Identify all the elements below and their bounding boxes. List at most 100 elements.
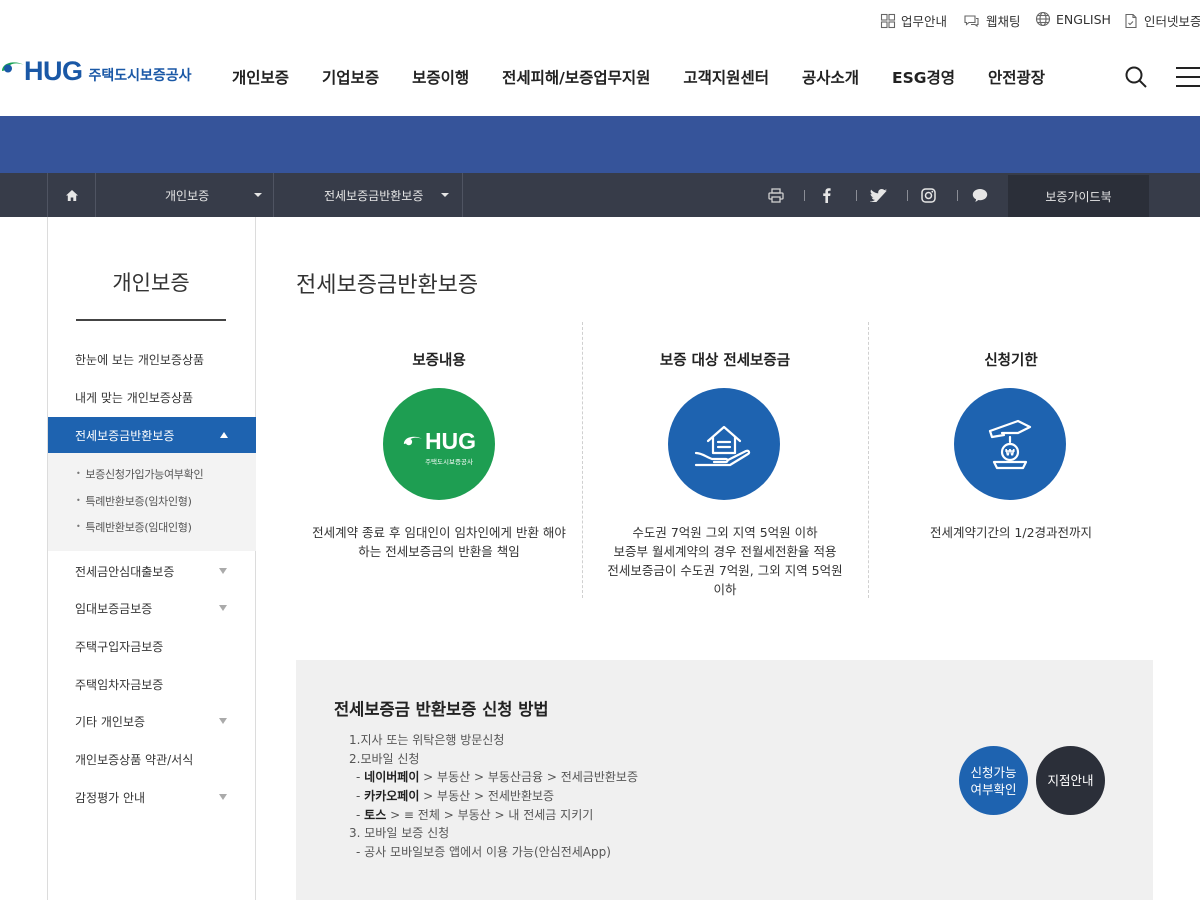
document-icon	[1125, 13, 1137, 28]
column-heading: 보증내용	[412, 353, 466, 369]
divider	[907, 190, 908, 201]
location-level2-label: 전세보증금반환보증	[324, 188, 424, 203]
sidebar-item-other[interactable]: 기타 개인보증	[75, 713, 145, 730]
apply-line: 3. 모바일 보증 신청	[349, 826, 450, 840]
search-icon[interactable]	[1124, 65, 1148, 89]
caret-down-icon	[219, 568, 227, 574]
logo-company-name: 주택도시보증공사	[88, 67, 192, 84]
home-button[interactable]	[47, 173, 96, 217]
location-dropdown-level1[interactable]: 개인보증	[96, 173, 274, 217]
info-column-content: 보증내용 HUG 주택도시보증공사 전세계약 종료 후 임대인이 임차인에게 반…	[296, 322, 582, 598]
twitter-icon[interactable]	[870, 189, 887, 202]
apply-method-title: 전세보증금 반환보증 신청 방법	[334, 700, 549, 719]
column-heading: 보증 대상 전세보증금	[659, 353, 791, 369]
sidebar-item-recommend[interactable]: 내게 맞는 개인보증상품	[75, 389, 193, 406]
print-icon[interactable]	[768, 188, 784, 203]
submenu-item-special-landlord[interactable]: 특례반환보증(임대인형)	[76, 519, 191, 535]
menu-icon[interactable]	[1175, 65, 1200, 89]
apply-path: > ≡ 전체 > 부동산 > 내 전세금 지키기	[386, 808, 594, 822]
sidebar-title: 개인보증	[112, 271, 190, 295]
info-column-target: 보증 대상 전세보증금 수도권 7억원 그외 지역 5억원 이하 보증부 월세계…	[582, 322, 868, 598]
util-internet-guarantee[interactable]: 인터넷보증	[1123, 11, 1200, 30]
location-level1-label: 개인보증	[165, 188, 210, 203]
branch-info-button[interactable]: 지점안내	[1036, 746, 1105, 815]
sidebar-item-jeonse-return[interactable]: 전세보증금반환보증	[48, 417, 256, 453]
utility-bar: 업무안내 웹채팅 ENGLISH 인터넷보증	[0, 0, 1200, 38]
apply-kakaopay: 카카오페이	[364, 789, 420, 803]
sidebar-item-terms[interactable]: 개인보증상품 약관/서식	[75, 751, 193, 768]
kakaotalk-icon[interactable]	[972, 188, 988, 203]
apply-line: - 네이버페이 > 부동산 > 부동산금융 > 전세금반환보증	[356, 770, 639, 784]
column-description: 전세계약 종료 후 임대인이 임차인에게 반환 해야 하는 전세보증금의 반환을…	[312, 525, 566, 559]
util-label: 인터넷보증	[1144, 14, 1200, 29]
apply-line: 1.지사 또는 위탁은행 방문신청	[349, 733, 505, 747]
facebook-icon[interactable]	[822, 187, 831, 203]
hug-logo[interactable]: HUG 주택도시보증공사	[0, 56, 192, 87]
logo-mark-text: HUG	[24, 56, 83, 86]
caret-up-icon	[220, 432, 228, 438]
util-business-info[interactable]: 업무안내	[880, 11, 947, 30]
apply-line: 2.모바일 신청	[349, 752, 420, 766]
column-description: 수도권 7억원 그외 지역 5억원 이하 보증부 월세계약의 경우 전월세전환율…	[607, 525, 843, 597]
util-english[interactable]: ENGLISH	[1035, 11, 1111, 27]
nav-guarantee-performance[interactable]: 보증이행	[412, 66, 469, 88]
sidebar: 개인보증 한눈에 보는 개인보증상품 내게 맞는 개인보증상품 전세보증금반환보…	[47, 217, 256, 900]
caret-down-icon	[441, 193, 449, 197]
column-heading: 신청기한	[984, 353, 1038, 369]
apply-line: - 토스 > ≡ 전체 > 부동산 > 내 전세금 지키기	[356, 808, 594, 822]
global-nav: 개인보증 기업보증 보증이행 전세피해/보증업무지원 고객지원센터 공사소개 E…	[232, 66, 1078, 88]
circle-logo-text: HUG	[424, 428, 477, 454]
home-icon	[65, 189, 78, 201]
util-label: ENGLISH	[1056, 11, 1111, 27]
apply-naverpay: 네이버페이	[364, 770, 420, 784]
instagram-icon[interactable]	[921, 188, 936, 203]
sidebar-item-purchase-fund[interactable]: 주택구입자금보증	[75, 638, 163, 655]
grid-icon	[880, 13, 896, 28]
nav-corporate-guarantee[interactable]: 기업보증	[322, 66, 379, 88]
eligibility-check-button[interactable]: 신청가능 여부확인	[959, 746, 1028, 815]
apply-line: - 카카오페이 > 부동산 > 전세반환보증	[356, 789, 555, 803]
apply-path: > 부동산 > 전세반환보증	[419, 789, 555, 803]
divider	[957, 190, 958, 201]
location-dropdown-level2[interactable]: 전세보증금반환보증	[274, 173, 463, 217]
hug-logo-icon: HUG 주택도시보증공사	[383, 388, 495, 500]
sidebar-item-loan-guarantee[interactable]: 전세금안심대출보증	[75, 563, 174, 580]
util-label: 웹채팅	[986, 14, 1021, 29]
nav-personal-guarantee[interactable]: 개인보증	[232, 66, 289, 88]
logo-swoosh-icon	[2, 62, 24, 73]
apply-line: - 공사 모바일보증 앱에서 이용 가능(안심전세App)	[356, 845, 611, 859]
nav-customer-center[interactable]: 고객지원센터	[683, 66, 769, 88]
util-web-chat[interactable]: 웹채팅	[962, 11, 1021, 30]
sidebar-item-rent-fund[interactable]: 주택임차자금보증	[75, 676, 163, 693]
submenu-item-eligibility[interactable]: 보증신청가입가능여부확인	[76, 466, 203, 482]
info-column-deadline: 신청기한 ₩ 전세계약기간의 1/2경과전까지	[868, 322, 1154, 598]
apply-method-box: 전세보증금 반환보증 신청 방법 1.지사 또는 위탁은행 방문신청 2.모바일…	[296, 660, 1153, 900]
sub-visual-banner	[0, 116, 1200, 173]
chat-icon	[964, 14, 979, 27]
column-description: 전세계약기간의 1/2경과전까지	[929, 525, 1093, 540]
guide-book-button[interactable]: 보증가이드북	[1008, 175, 1149, 217]
sidebar-item-appraisal[interactable]: 감정평가 안내	[75, 789, 145, 806]
nav-about[interactable]: 공사소개	[802, 66, 859, 88]
sidebar-title-underline	[76, 319, 226, 321]
nav-jeonse-support[interactable]: 전세피해/보증업무지원	[502, 66, 650, 88]
util-label: 업무안내	[901, 14, 948, 29]
divider	[856, 190, 857, 201]
location-bar: 개인보증 전세보증금반환보증 보증가이드북	[0, 173, 1200, 217]
nav-safety[interactable]: 안전광장	[988, 66, 1045, 88]
main-header: HUG 주택도시보증공사 개인보증 기업보증 보증이행 전세피해/보증업무지원 …	[0, 38, 1200, 116]
submenu-item-special-tenant[interactable]: 특례반환보증(임차인형)	[76, 493, 191, 509]
globe-icon	[1035, 11, 1051, 27]
sidebar-item-rental-deposit[interactable]: 임대보증금보증	[75, 600, 152, 617]
coin-hand-icon: ₩	[954, 388, 1066, 500]
caret-down-icon	[254, 193, 262, 197]
page-title: 전세보증금반환보증	[296, 273, 479, 298]
house-hand-icon	[668, 388, 780, 500]
apply-path: > 부동산 > 부동산금융 > 전세금반환보증	[419, 770, 639, 784]
caret-down-icon	[219, 718, 227, 724]
caret-down-icon	[219, 794, 227, 800]
divider	[804, 190, 805, 201]
sidebar-item-overview[interactable]: 한눈에 보는 개인보증상품	[75, 351, 204, 368]
apply-toss: 토스	[364, 808, 387, 822]
nav-esg[interactable]: ESG경영	[892, 66, 955, 88]
